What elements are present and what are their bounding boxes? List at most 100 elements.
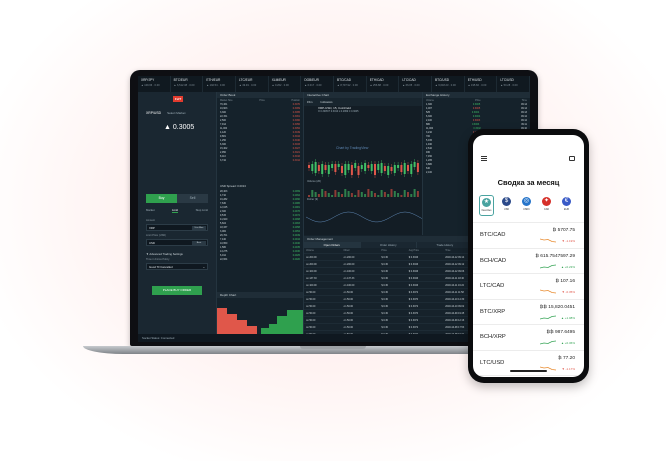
ticker-item[interactable]: LTC/USD ▲ 50.28 · 0.00 xyxy=(497,76,530,92)
candle xyxy=(367,165,370,168)
tif-select[interactable]: Good Til Cancelled ⌄ xyxy=(146,263,208,270)
ticker-item[interactable]: ETH/USD ▲ 195.66 · 0.00 xyxy=(465,76,498,92)
menu-icon[interactable] xyxy=(481,156,487,161)
limit-price-field[interactable]: USD Best xyxy=(146,239,208,246)
candle xyxy=(314,162,317,173)
tab-limit[interactable]: Limit xyxy=(172,208,179,213)
candle xyxy=(317,165,320,171)
wallet-icon[interactable] xyxy=(569,156,575,161)
book-price: 0.2920 xyxy=(292,258,300,261)
rate-pair: BCH/CAD xyxy=(480,257,507,264)
ticker-item[interactable]: BTC/EUR ▲ 6,512.38 · 0.00 xyxy=(171,76,204,92)
home-indicator xyxy=(510,370,547,372)
amount-field[interactable]: XRP Use Max xyxy=(146,224,208,231)
rate-change: ▼ -0.35% xyxy=(561,290,575,294)
best-price-button[interactable]: Best xyxy=(192,241,206,245)
order-cell: $ 0.30 xyxy=(379,274,407,282)
ticker-value: ▲ 49.49 · 0.00 xyxy=(239,84,257,87)
ticker-pair: ETH/USD xyxy=(467,78,482,82)
tab-open-orders[interactable]: Open Orders xyxy=(304,242,361,248)
currency-chip[interactable]: ★ Favorites xyxy=(479,195,494,216)
sparkline xyxy=(540,238,556,243)
ticker-value: ▲ 195.66 · 0.00 xyxy=(467,84,487,87)
ticker-value: ▲ 0.017 · 0.00 xyxy=(304,84,322,87)
currency-chip[interactable]: ◎ USDC xyxy=(519,195,534,216)
order-cell: on 50.00 xyxy=(304,316,342,324)
volume-bar xyxy=(380,190,383,197)
order-book-row[interactable]: 22,664 0.2920 xyxy=(217,258,303,262)
volume-bar xyxy=(317,194,320,197)
indicators-button[interactable]: Indicators xyxy=(320,100,332,104)
phone: Сводка за месяц ★ Favorites $ USD ◎ USDC ✦ CAD €… xyxy=(468,129,589,383)
pair-selector[interactable]: XRP/USD Select Market xyxy=(146,111,185,115)
use-max-button[interactable]: Use Max xyxy=(192,226,206,230)
volume-bar xyxy=(364,194,367,197)
place-order-button[interactable]: PLACE BUY ORDER xyxy=(152,286,202,295)
ticker-item[interactable]: ETH/EUR ▲ 192.54 · 0.00 xyxy=(203,76,237,92)
ticker-pair: ETH/CAD xyxy=(369,78,384,82)
rate-row[interactable]: BCH/CAD ₿ 615.7547597.29 ▲ +0.23% xyxy=(473,247,584,274)
candle xyxy=(350,165,353,175)
order-cell: $ 0.30 xyxy=(379,253,407,261)
ticker-item[interactable]: XLM/EUR ▲ 0.202 · 0.00 xyxy=(269,76,302,92)
candle xyxy=(344,164,347,175)
ticker-item[interactable]: BTC/CAD ▲ 8,707.92 · 0.00 xyxy=(334,76,367,92)
ticker-item[interactable]: XRP/JPY ▲ 109.66 · 0.00 xyxy=(138,76,171,92)
candle xyxy=(364,163,367,171)
currency-label: Favorites xyxy=(481,209,492,212)
col-price: Price xyxy=(259,99,265,102)
rate-list: BTC/CAD ₿ 5707.75 ▼ -1.19% BCH/CAD ₿ 615.754… xyxy=(473,222,584,377)
ticker-value: ▲ 50.28 · 0.00 xyxy=(500,84,518,87)
order-cell: on 200.00 xyxy=(304,260,342,268)
ticker-item[interactable]: LTC/CAD ▲ 66.05 · 0.00 xyxy=(399,76,433,92)
market-select[interactable]: Select Market xyxy=(167,111,185,115)
order-cell: $ 0.30 xyxy=(379,260,407,268)
ticker-value: ▲ 8,707.92 · 0.00 xyxy=(337,84,358,87)
rate-row[interactable]: LTC/CAD ₿ 107.16 ▼ -0.35% xyxy=(473,273,584,299)
volume-bar xyxy=(390,189,393,197)
volume-bar xyxy=(360,192,363,197)
col-time: Time xyxy=(521,99,527,102)
ticker-item[interactable]: LTC/EUR ▲ 49.49 · 0.00 xyxy=(236,76,269,92)
order-cell: on 50.00 xyxy=(304,323,342,331)
rate-price: ₿ 5707.75 xyxy=(552,228,575,233)
volume-bar xyxy=(407,192,409,197)
interval-button[interactable]: 15m xyxy=(307,100,312,104)
currency-chip[interactable]: ✦ CAD xyxy=(539,195,554,216)
order-cell: $ 0.30 xyxy=(379,302,407,310)
ticker-pair: ETH/EUR xyxy=(206,78,221,82)
tab-buy[interactable]: Buy xyxy=(146,194,177,203)
trade-panel: FxIT XRP/USD Select Market ▲ 0.3005 Buy … xyxy=(138,92,217,334)
tab-trade-history[interactable]: Trade History xyxy=(417,242,474,248)
tab-stop-limit[interactable]: Stop Limit xyxy=(196,208,208,213)
ticker-item[interactable]: DGB/EUR ▲ 0.017 · 0.00 xyxy=(301,76,335,92)
order-cell: on 50.00 xyxy=(304,302,342,310)
order-cell: on 100.00 xyxy=(341,267,380,275)
advanced-settings-toggle[interactable]: ▼ Advanced Trading Settings xyxy=(146,252,183,256)
rate-row[interactable]: ZEC/USD₿ 85.84▼ -1.93% xyxy=(473,375,584,377)
rate-change: ▲ +0.23% xyxy=(560,264,575,269)
currency-chip[interactable]: $ USD xyxy=(499,195,514,216)
rate-price: ₿ 77.20 xyxy=(558,355,575,361)
tab-sell[interactable]: Sell xyxy=(177,194,208,203)
order-cell: on 100.00 xyxy=(304,267,342,275)
sparkline xyxy=(540,289,556,294)
sparkline xyxy=(540,340,556,345)
ticker-value: ▲ 109.66 · 0.00 xyxy=(141,84,160,87)
sparkline xyxy=(540,315,556,319)
ticker-item[interactable]: ETH/CAD ▲ 256.88 · 0.00 xyxy=(367,76,400,92)
currency-chip[interactable]: € EUR xyxy=(559,195,574,216)
tab-market[interactable]: Market xyxy=(146,208,155,213)
buy-sell-tabs: Buy Sell xyxy=(146,194,208,203)
ticker-pair: BTC/EUR xyxy=(173,78,188,82)
sparkline xyxy=(540,264,556,268)
order-cell: $ 0.30 xyxy=(379,267,407,275)
rate-row[interactable]: BTC/CAD ₿ 5707.75 ▼ -1.19% xyxy=(473,222,584,248)
rate-row[interactable]: BTC/XRP ₿₿ 15,820.0451 ▲ +1.08% xyxy=(473,298,584,325)
candle xyxy=(354,163,357,168)
ticker-item[interactable]: BTC/USD ▲ 6,618.23 · 0.00 xyxy=(432,76,465,92)
rate-row[interactable]: BCH/XRP ₿₿ 987.6495 ▲ +0.36% xyxy=(473,324,584,350)
order-book-row[interactable]: 3,742 0.3012 xyxy=(217,159,303,163)
tab-order-history[interactable]: Order History xyxy=(360,242,417,248)
current-price: ▲ 0.3005 xyxy=(164,124,194,131)
